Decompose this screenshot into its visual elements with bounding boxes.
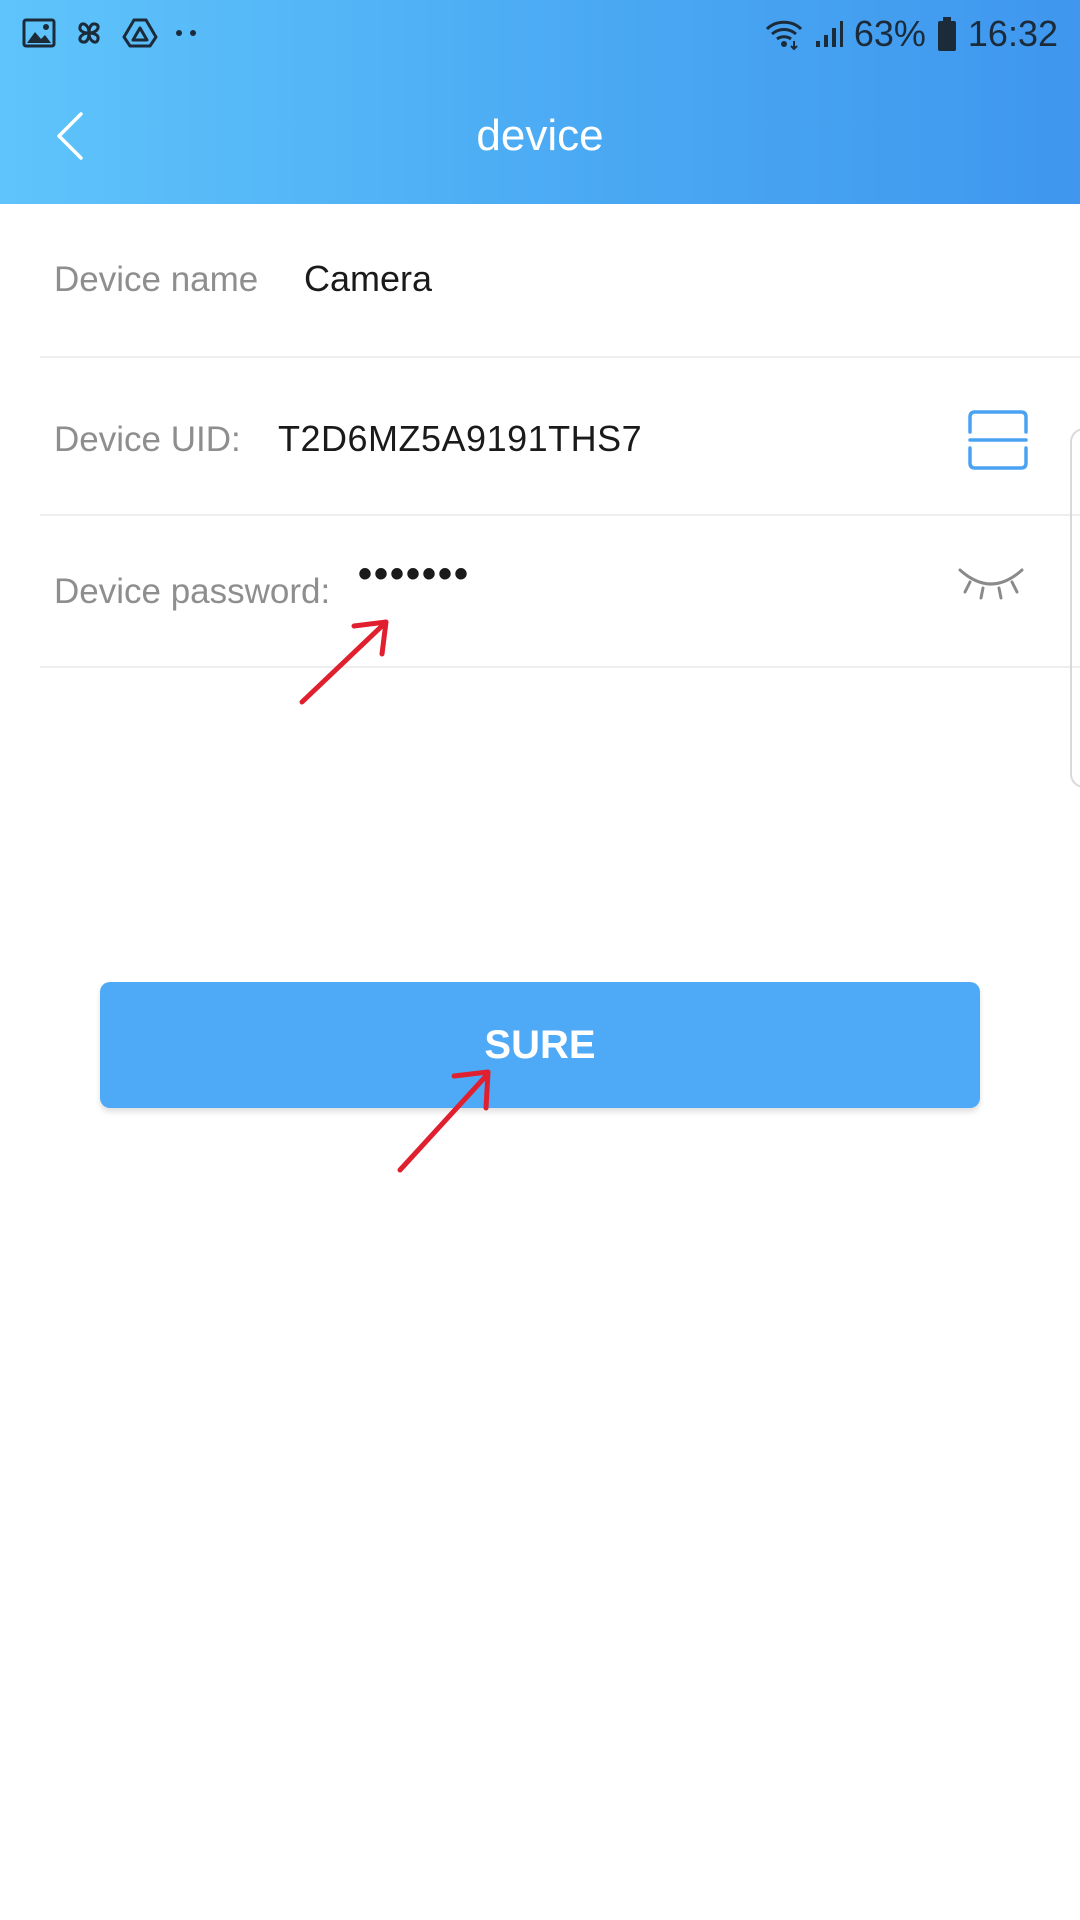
- device-password-input[interactable]: [358, 552, 658, 597]
- app-bar: device: [0, 68, 1080, 204]
- edge-panel-handle[interactable]: [1070, 428, 1080, 788]
- signal-icon: [815, 21, 843, 47]
- eye-closed-icon: [958, 568, 1024, 600]
- more-dots-icon: [176, 30, 196, 36]
- wifi-icon: [765, 20, 802, 51]
- battery-percentage: 63%: [853, 13, 926, 54]
- chevron-left-icon: [57, 112, 83, 160]
- device-screen: 63% 16:32 device Device name Camera Devi…: [0, 0, 1080, 1920]
- device-name-row: Device name: [40, 204, 1080, 358]
- device-password-row: Device password:: [40, 516, 1080, 668]
- drive-icon: [122, 18, 158, 48]
- device-password-label: Device password:: [54, 572, 331, 611]
- annotation-arrow-password: [299, 619, 389, 705]
- notification-icons: [22, 16, 198, 50]
- scan-qr-button[interactable]: [966, 408, 1030, 472]
- device-uid-input[interactable]: [278, 418, 838, 460]
- system-indicators: 63% 16:32: [764, 10, 1058, 58]
- pinwheel-icon: [78, 22, 100, 44]
- gallery-icon: [22, 18, 56, 48]
- scan-icon: [968, 410, 1028, 470]
- device-uid-row: Device UID:: [40, 358, 1080, 516]
- back-button[interactable]: [40, 102, 100, 170]
- sure-button[interactable]: SURE: [100, 982, 980, 1108]
- header: 63% 16:32 device: [0, 0, 1080, 204]
- device-name-label: Device name: [54, 260, 259, 299]
- clock: 16:32: [967, 13, 1058, 54]
- battery-icon: [937, 17, 956, 51]
- device-name-input[interactable]: [304, 258, 864, 300]
- toggle-password-visibility-button[interactable]: [956, 564, 1026, 604]
- page-title: device: [476, 111, 604, 160]
- device-uid-label: Device UID:: [54, 420, 241, 459]
- annotation-arrow-sure: [397, 1069, 491, 1173]
- status-bar: 63% 16:32: [0, 0, 1080, 68]
